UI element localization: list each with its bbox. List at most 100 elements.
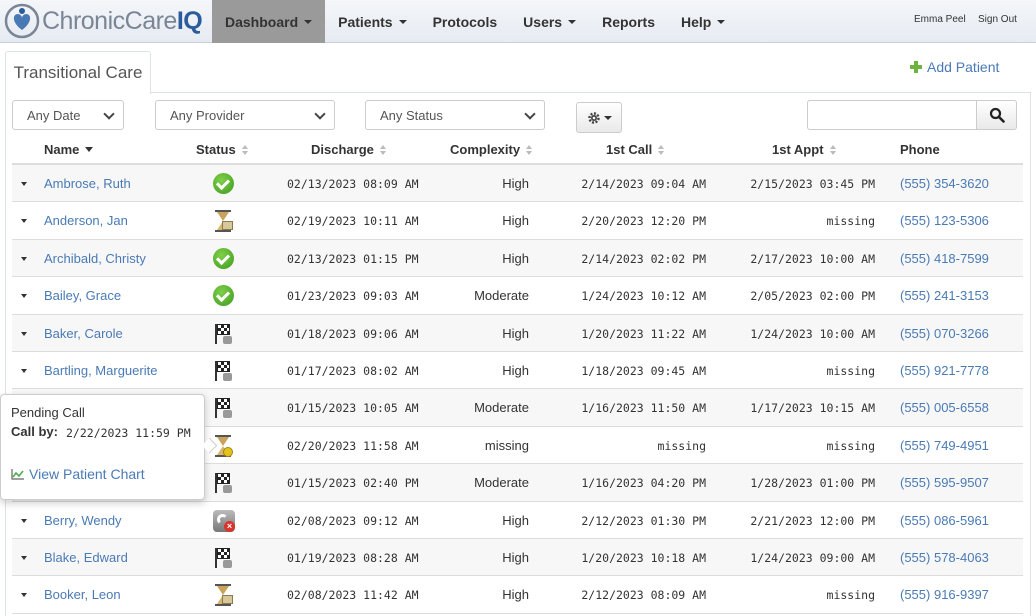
expand-row-icon[interactable] xyxy=(21,331,27,336)
phone-link[interactable]: (555) 070-3266 xyxy=(900,326,989,341)
table-row[interactable]: Archibald, Christy 02/13/2023 01:15 PM Hig… xyxy=(12,239,1023,278)
first-appt-cell: 2/17/2023 10:00 AM xyxy=(750,251,875,266)
status-filter-select[interactable]: Any Status xyxy=(365,100,545,130)
chevron-down-icon xyxy=(568,19,577,24)
complexity-cell: Moderate xyxy=(474,400,529,416)
chevron-down-icon xyxy=(314,108,326,120)
settings-dropdown-button[interactable] xyxy=(576,102,622,133)
expand-row-icon[interactable] xyxy=(21,294,27,299)
phone-link[interactable]: (555) 916-9397 xyxy=(900,587,989,602)
expand-row-icon[interactable] xyxy=(21,182,27,186)
date-filter-select[interactable]: Any Date xyxy=(12,100,124,130)
status-indicator[interactable] xyxy=(213,323,235,345)
logo[interactable]: ChronicCareIQ xyxy=(4,2,203,40)
phone-link[interactable]: (555) 921-7778 xyxy=(900,363,989,378)
logo-heart-icon xyxy=(4,3,40,39)
call-by-value: 2/22/2023 11:59 PM xyxy=(66,426,191,440)
phone-link[interactable]: (555) 086-5961 xyxy=(900,513,989,528)
hourglass-icon xyxy=(213,584,233,607)
status-indicator[interactable] xyxy=(213,247,235,270)
line-chart-icon xyxy=(11,469,24,480)
complexity-cell: High xyxy=(502,362,529,378)
nav-help[interactable]: Help xyxy=(668,0,738,43)
expand-row-icon[interactable] xyxy=(21,256,27,261)
discharge-cell: 02/13/2023 08:09 AM xyxy=(287,177,419,191)
table-row[interactable]: Baker, Carole 01/18/2023 09:06 AM High 1/20… xyxy=(12,314,1023,352)
column-header-name[interactable]: Name xyxy=(44,142,94,157)
column-header-discharge[interactable]: Discharge xyxy=(311,142,386,157)
status-indicator[interactable] xyxy=(213,397,235,419)
main-nav: Dashboard Patients Protocols Users Repor… xyxy=(212,0,738,43)
patients-table: Name Status Discharge Complexity 1st Cal… xyxy=(12,134,1023,614)
patient-name-link[interactable]: Baker, Carole xyxy=(44,326,123,341)
user-name-link[interactable]: Emma Peel xyxy=(914,14,966,25)
sort-desc-icon xyxy=(85,147,94,152)
patient-name-link[interactable]: Blake, Edward xyxy=(44,550,128,565)
patient-name-link[interactable]: Booker, Leon xyxy=(44,587,121,602)
table-row[interactable]: Bailey, Grace 01/23/2023 09:03 AM Moderate… xyxy=(12,277,1023,315)
search-input[interactable] xyxy=(807,100,977,130)
table-row[interactable]: Berry, Wendy × 02/08/2023 09:12 AM High 2/12… xyxy=(12,502,1023,539)
patient-name-link[interactable]: Berry, Wendy xyxy=(44,513,122,528)
status-indicator[interactable] xyxy=(213,285,235,307)
first-appt-cell: missing xyxy=(826,588,875,603)
patient-name-link[interactable]: Ambrose, Ruth xyxy=(44,176,131,191)
table-row[interactable]: Bartling, Marguerite 01/17/2023 08:02 AM H… xyxy=(12,352,1023,390)
status-indicator[interactable] xyxy=(213,360,235,382)
nav-patients[interactable]: Patients xyxy=(325,0,419,43)
expand-row-icon[interactable] xyxy=(21,593,27,598)
complexity-cell: High xyxy=(502,587,529,603)
checkered-flag-icon xyxy=(213,547,233,569)
table-row[interactable]: Blake, Edward 01/19/2023 08:28 AM High 1/20… xyxy=(12,538,1023,577)
first-call-cell: 2/14/2023 09:04 AM xyxy=(581,177,706,191)
status-indicator[interactable] xyxy=(213,472,235,494)
discharge-cell: 01/19/2023 08:28 AM xyxy=(287,550,419,565)
phone-link[interactable]: (555) 595-9507 xyxy=(900,475,989,490)
phone-link[interactable]: (555) 749-4951 xyxy=(900,438,989,453)
view-patient-chart-link[interactable]: View Patient Chart xyxy=(11,466,145,482)
patient-name-link[interactable]: Bailey, Grace xyxy=(44,288,121,303)
add-patient-button[interactable]: Add Patient xyxy=(910,59,999,75)
nav-reports[interactable]: Reports xyxy=(589,0,668,43)
chevron-down-icon xyxy=(717,19,726,24)
phone-link[interactable]: (555) 578-4063 xyxy=(900,550,989,565)
nav-protocols[interactable]: Protocols xyxy=(420,0,511,43)
sort-icon xyxy=(526,144,533,155)
search-button[interactable] xyxy=(976,100,1017,130)
first-call-cell: 1/24/2023 10:12 AM xyxy=(581,289,706,304)
provider-filter-select[interactable]: Any Provider xyxy=(155,100,335,130)
patient-name-link[interactable]: Anderson, Jan xyxy=(44,213,128,228)
table-header: Name Status Discharge Complexity 1st Cal… xyxy=(12,134,1023,165)
expand-row-icon[interactable] xyxy=(21,368,27,373)
table-row[interactable]: Ambrose, Ruth 02/13/2023 08:09 AM High 2/14… xyxy=(12,165,1023,203)
column-header-first-appt[interactable]: 1st Appt xyxy=(772,142,836,157)
tab-transitional-care[interactable]: Transitional Care xyxy=(5,51,151,94)
patient-name-link[interactable]: Bartling, Marguerite xyxy=(44,363,157,378)
status-indicator[interactable]: × xyxy=(213,509,235,532)
table-row[interactable]: Anderson, Jan 02/19/2023 10:11 AM High 2/20… xyxy=(12,202,1023,240)
status-indicator[interactable] xyxy=(213,547,235,569)
table-row[interactable]: Booker, Leon 02/08/2023 11:42 AM High 2/12/… xyxy=(12,576,1023,614)
nav-users[interactable]: Users xyxy=(510,0,589,43)
phone-link[interactable]: (555) 418-7599 xyxy=(900,251,989,266)
phone-link[interactable]: (555) 241-3153 xyxy=(900,288,989,303)
check-circle-icon xyxy=(213,173,234,194)
first-call-cell: 2/12/2023 08:09 AM xyxy=(581,588,706,603)
phone-link[interactable]: (555) 005-6558 xyxy=(900,400,989,415)
column-header-first-call[interactable]: 1st Call xyxy=(606,142,665,157)
nav-dashboard[interactable]: Dashboard xyxy=(212,0,326,43)
phone-link[interactable]: (555) 354-3620 xyxy=(900,176,989,191)
expand-row-icon[interactable] xyxy=(21,518,27,523)
status-indicator[interactable] xyxy=(213,173,235,195)
first-call-cell: 1/16/2023 11:50 AM xyxy=(581,401,706,416)
status-indicator[interactable] xyxy=(213,210,235,233)
phone-link[interactable]: (555) 123-5306 xyxy=(900,213,989,228)
expand-row-icon[interactable] xyxy=(21,219,27,224)
column-header-status[interactable]: Status xyxy=(196,142,248,157)
column-header-complexity[interactable]: Complexity xyxy=(450,142,533,157)
expand-row-icon[interactable] xyxy=(21,555,27,560)
checkered-flag-icon xyxy=(213,323,233,345)
sign-out-link[interactable]: Sign Out xyxy=(978,14,1017,25)
status-indicator[interactable] xyxy=(213,584,235,607)
patient-name-link[interactable]: Archibald, Christy xyxy=(44,251,146,266)
